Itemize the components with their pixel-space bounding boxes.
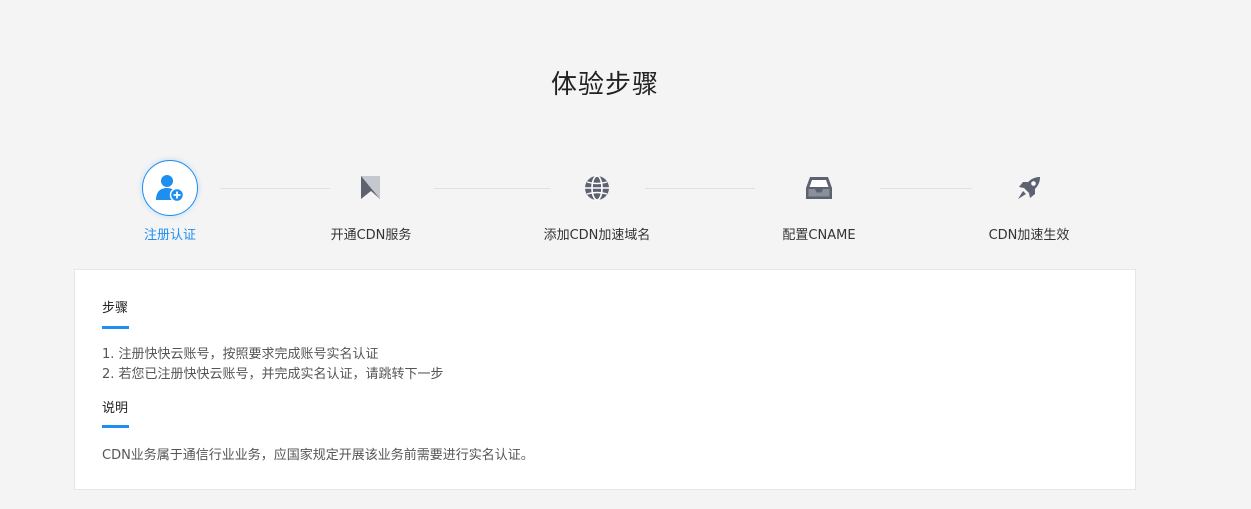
step-icon-circle	[791, 160, 847, 216]
globe-icon	[585, 175, 609, 201]
step-label: 配置CNAME	[782, 228, 856, 243]
notes-text: CDN业务属于通信行业业务，应国家规定开展该业务前需要进行实名认证。	[102, 448, 534, 463]
steps-bar: 注册认证 开通CDN服务 添加CDN加速域名 配置CNAME CDN加速生效	[0, 158, 1251, 248]
step-icon-circle	[569, 160, 625, 216]
step-cdn-effective[interactable]: CDN加速生效	[949, 158, 1109, 243]
step-label: 添加CDN加速域名	[543, 228, 651, 243]
steps-section-title: 步骤	[102, 301, 129, 316]
step-detail-panel: 步骤 1. 注册快快云账号，按照要求完成账号实名认证 2. 若您已注册快快云账号…	[74, 269, 1136, 490]
notes-section-title: 说明	[102, 401, 129, 416]
step-open-cdn[interactable]: 开通CDN服务	[291, 158, 451, 243]
step-icon-circle	[343, 160, 399, 216]
step-add-domain[interactable]: 添加CDN加速域名	[517, 158, 677, 243]
step-label: 注册认证	[143, 228, 196, 243]
step-icon-circle	[1001, 160, 1057, 216]
step-icon-circle	[142, 160, 198, 216]
page-title: 体验步骤	[550, 70, 659, 100]
rocket-icon	[1018, 177, 1040, 199]
steps-line: 2. 若您已注册快快云账号，并完成实名认证，请跳转下一步	[102, 367, 444, 382]
step-label: 开通CDN服务	[330, 228, 412, 243]
section-underline	[102, 326, 129, 329]
step-label: CDN加速生效	[988, 228, 1070, 243]
section-underline	[102, 425, 129, 428]
inbox-icon	[806, 177, 832, 199]
flag-icon	[361, 176, 380, 199]
steps-line: 1. 注册快快云账号，按照要求完成账号实名认证	[102, 347, 379, 362]
page: 体验步骤 注册认证 开通CDN服务 添加CDN加速域名 配置CNAME CDN加…	[0, 0, 1251, 509]
step-register[interactable]: 注册认证	[90, 158, 250, 243]
step-config-cname[interactable]: 配置CNAME	[739, 158, 899, 243]
add-user-icon	[156, 175, 185, 203]
